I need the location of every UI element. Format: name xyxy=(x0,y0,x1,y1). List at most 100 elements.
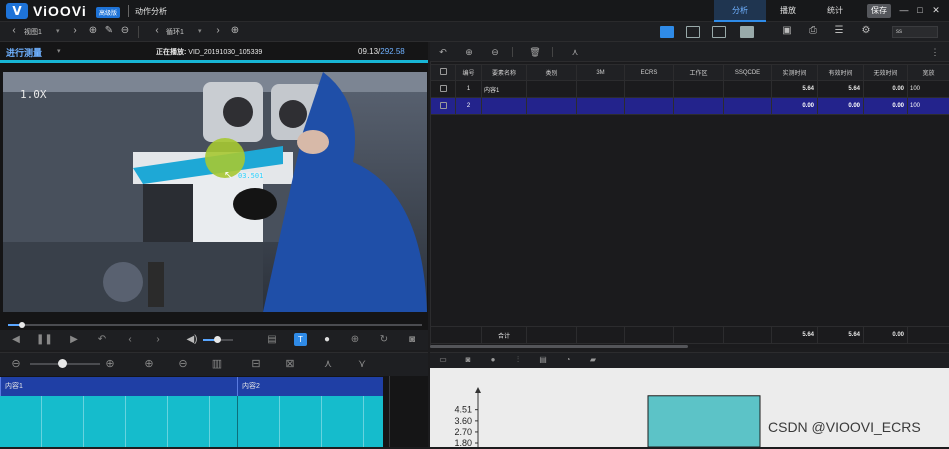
cell-name[interactable] xyxy=(482,98,527,115)
list-icon[interactable]: ☰ xyxy=(832,24,846,38)
layout-quad-icon[interactable] xyxy=(660,26,674,38)
video-frame[interactable] xyxy=(3,72,427,312)
select-all-cell[interactable] xyxy=(431,65,456,81)
refresh-icon[interactable]: ↻ xyxy=(376,332,392,348)
timeline-zoom-thumb[interactable] xyxy=(58,359,67,368)
cell-3m[interactable] xyxy=(577,81,625,98)
folder-icon[interactable]: ▰ xyxy=(587,354,599,366)
cell-effective[interactable]: 5.64 xyxy=(818,81,864,98)
cell-invalid[interactable]: 0.00 xyxy=(864,81,908,98)
cell-category[interactable] xyxy=(527,81,577,98)
chevron-left-icon[interactable]: ‹ xyxy=(7,24,21,38)
cell-name[interactable]: 内容1 xyxy=(482,81,527,98)
gear-icon[interactable]: ⚙ xyxy=(859,24,873,38)
pie-chart-icon[interactable]: ◔ xyxy=(562,354,574,366)
view-select[interactable]: 视图1 xyxy=(24,27,42,37)
remove-circle-icon[interactable]: ⊖ xyxy=(175,356,191,372)
remove-row-icon[interactable]: ⊖ xyxy=(488,45,502,59)
table-row-selected[interactable]: 2 0.00 0.00 0.00 100 xyxy=(431,98,949,115)
add-circle-icon[interactable]: ⊕ xyxy=(141,356,157,372)
maximize-icon[interactable]: □ xyxy=(914,3,926,17)
next-frame-icon[interactable]: › xyxy=(150,332,166,348)
remove-circle-icon[interactable]: ⊖ xyxy=(118,24,132,38)
cell-id[interactable]: 1 xyxy=(456,81,482,98)
cell-measured[interactable]: 0.00 xyxy=(772,98,818,115)
row-checkbox-cell[interactable] xyxy=(431,98,456,115)
minimize-icon[interactable]: — xyxy=(898,3,910,17)
table-row[interactable]: 1 内容1 5.64 5.64 0.00 100 xyxy=(431,81,949,98)
segment-header[interactable]: 内容1 xyxy=(0,377,237,396)
row-checkbox[interactable] xyxy=(440,102,447,109)
segment-header[interactable]: 内容2 xyxy=(237,377,383,396)
cell-3m[interactable] xyxy=(577,98,625,115)
minus-box-icon[interactable]: ⊟ xyxy=(248,356,264,372)
row-checkbox-cell[interactable] xyxy=(431,81,456,98)
cell-ecrs[interactable] xyxy=(625,81,674,98)
split-icon[interactable]: ⋏ xyxy=(320,356,336,372)
cell-id[interactable]: 2 xyxy=(456,98,482,115)
play-back-icon[interactable]: ◀ xyxy=(8,332,24,348)
cell-invalid[interactable]: 0.00 xyxy=(864,98,908,115)
layout-split-icon[interactable] xyxy=(712,26,726,38)
edit-icon[interactable]: ✎ xyxy=(102,24,116,38)
trash-icon[interactable]: ▥ xyxy=(209,356,225,372)
save-button[interactable]: 保存 xyxy=(867,4,891,18)
add-circle-icon[interactable]: ⊕ xyxy=(86,24,100,38)
layout-three-icon[interactable] xyxy=(686,26,700,38)
note-icon[interactable]: ▤ xyxy=(264,332,280,348)
bar-chart-icon[interactable]: ▤ xyxy=(537,354,549,366)
split-icon[interactable]: ⋏ xyxy=(568,45,582,59)
undo-icon[interactable]: ↶ xyxy=(436,45,450,59)
add-row-icon[interactable]: ⊕ xyxy=(462,45,476,59)
cell-ssqcde[interactable] xyxy=(724,98,772,115)
row-checkbox[interactable] xyxy=(440,85,447,92)
snapshot-icon[interactable]: ◙ xyxy=(404,332,420,348)
zoom-out-icon[interactable]: ⊖ xyxy=(8,356,24,372)
seek-track[interactable] xyxy=(8,324,422,326)
speed-select[interactable]: ss xyxy=(892,26,938,38)
cell-allowance[interactable]: 100 xyxy=(908,81,949,98)
camera-icon[interactable]: ◙ xyxy=(462,354,474,366)
sliders-icon[interactable]: ⫶ xyxy=(512,354,524,366)
cell-ecrs[interactable] xyxy=(625,98,674,115)
pause-icon[interactable]: ❚❚ xyxy=(36,332,52,348)
merge-icon[interactable]: ⋎ xyxy=(354,356,370,372)
close-box-icon[interactable]: ⊠ xyxy=(282,356,298,372)
zoom-in-icon[interactable]: ⊕ xyxy=(102,356,118,372)
tab-stats[interactable]: 统计 xyxy=(815,0,855,22)
volume-icon[interactable]: ◀) xyxy=(184,332,200,348)
microphone-icon[interactable]: ● xyxy=(487,354,499,366)
chevron-down-icon[interactable]: ▾ xyxy=(198,27,202,35)
cell-effective[interactable]: 0.00 xyxy=(818,98,864,115)
comment-icon[interactable]: ▭ xyxy=(437,354,449,366)
layout-single-icon[interactable] xyxy=(740,26,754,38)
play-icon[interactable]: ▶ xyxy=(66,332,82,348)
prev-frame-icon[interactable]: ‹ xyxy=(122,332,138,348)
cell-measured[interactable]: 5.64 xyxy=(772,81,818,98)
chevron-right-icon[interactable]: › xyxy=(211,24,225,38)
segment-block[interactable] xyxy=(0,396,237,447)
select-all-checkbox[interactable] xyxy=(440,68,447,75)
horizontal-scrollbar[interactable] xyxy=(430,345,688,348)
tab-play[interactable]: 播放 xyxy=(766,0,810,22)
microphone-icon[interactable]: ● xyxy=(319,332,335,348)
chevron-left-icon[interactable]: ‹ xyxy=(150,24,164,38)
cycle-select[interactable]: 循环1 xyxy=(166,27,184,37)
more-icon[interactable]: ⋮ xyxy=(928,45,942,59)
chevron-down-icon[interactable]: ▾ xyxy=(57,47,61,55)
cell-allowance[interactable]: 100 xyxy=(908,98,949,115)
cell-category[interactable] xyxy=(527,98,577,115)
camera-icon[interactable]: ▣ xyxy=(780,24,794,38)
trash-icon[interactable]: 🗑 xyxy=(528,45,542,59)
text-tool-icon[interactable]: T xyxy=(294,333,307,346)
volume-thumb[interactable] xyxy=(214,336,221,343)
add-circle-icon[interactable]: ⊕ xyxy=(228,24,242,38)
undo-icon[interactable]: ↶ xyxy=(94,332,110,348)
cell-area[interactable] xyxy=(674,98,724,115)
add-circle-icon[interactable]: ⊕ xyxy=(347,332,363,348)
cell-ssqcde[interactable] xyxy=(724,81,772,98)
cell-area[interactable] xyxy=(674,81,724,98)
segment-block[interactable] xyxy=(237,396,383,447)
chevron-right-icon[interactable]: › xyxy=(68,24,82,38)
tab-analyze[interactable]: 分析 xyxy=(714,0,766,22)
